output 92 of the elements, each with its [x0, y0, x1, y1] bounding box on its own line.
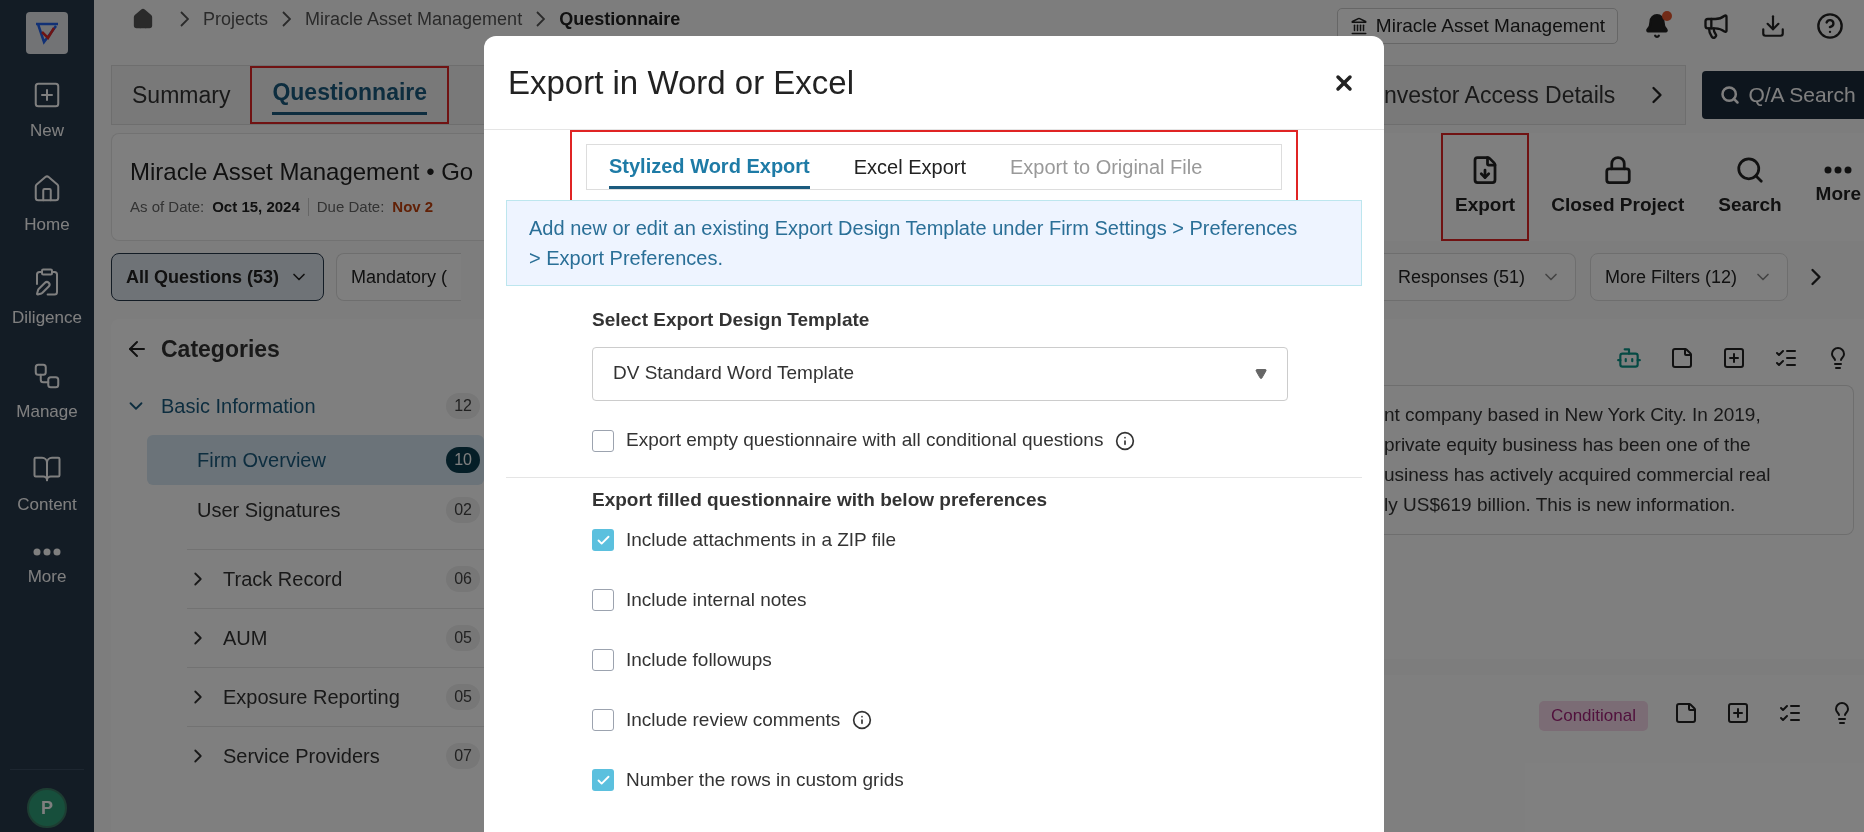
breadcrumb-link[interactable]: Miracle Asset Management — [305, 5, 523, 33]
answer-text: ly US$619 billion. This is new information. — [1384, 493, 1737, 517]
checkbox[interactable] — [592, 429, 614, 452]
filter-dropdown[interactable]: All Questions (53) — [111, 253, 325, 301]
info-notice: Add new or edit an existing Export Design Template under Firm Settings > Preferences > Export Preferences. — [506, 200, 1362, 286]
lock-icon — [1602, 154, 1633, 185]
conditional-tag: Conditional — [1538, 701, 1648, 731]
category-item[interactable]: Track Record 06 — [187, 550, 484, 608]
option-label: Include followups — [626, 647, 772, 672]
section-heading: Export filled questionnaire with below preferences — [592, 487, 1049, 512]
subcategory-item[interactable]: Firm Overview 10 — [147, 435, 484, 485]
plus-square-icon — [32, 80, 62, 110]
note-icon[interactable] — [1670, 346, 1694, 370]
info-icon[interactable] — [852, 710, 873, 730]
add-icon[interactable] — [1722, 346, 1746, 370]
dialog-title: Export in Word or Excel — [508, 62, 855, 103]
count-badge: 05 — [446, 684, 480, 710]
toolbar-button[interactable]: More — [1803, 133, 1864, 241]
sidebar-item[interactable]: Content — [17, 454, 77, 518]
count-badge: 07 — [446, 743, 480, 769]
count-badge: 12 — [446, 393, 480, 419]
count-badge: 10 — [446, 447, 480, 473]
toolbar-button[interactable]: Export — [1441, 133, 1530, 241]
sidebar-item[interactable]: Diligence — [12, 267, 82, 331]
page-tab[interactable]: Summary — [112, 66, 251, 124]
bot-icon[interactable] — [1616, 345, 1642, 371]
checkbox[interactable] — [592, 769, 614, 791]
chevron-right-icon — [180, 11, 189, 27]
filter-dropdown[interactable]: Responses (51) — [1384, 253, 1577, 301]
user-avatar[interactable]: P — [27, 788, 67, 828]
filter-dropdown[interactable]: More Filters (12) — [1590, 253, 1789, 301]
option-label: Include internal notes — [626, 587, 807, 612]
note-icon[interactable] — [1674, 701, 1698, 725]
template-select[interactable]: DV Standard Word Template — [592, 346, 1288, 401]
search-icon — [1720, 85, 1741, 105]
qa-search-button[interactable]: Q/A Search — [1702, 71, 1864, 119]
subcategory-item[interactable]: User Signatures 02 — [147, 485, 484, 535]
megaphone-icon[interactable] — [1702, 12, 1730, 40]
bank-icon — [1349, 17, 1368, 35]
sidebar-item[interactable]: Home — [24, 173, 70, 237]
sidebar-item[interactable]: More — [27, 547, 67, 589]
count-badge: 02 — [446, 497, 480, 523]
toolbar-button[interactable]: Closed Project — [1539, 133, 1697, 241]
bell-icon[interactable] — [1644, 13, 1670, 39]
more-icon — [1824, 165, 1853, 174]
export-tab[interactable]: Excel Export — [853, 145, 967, 189]
option-label: Export empty questionnaire with all conditional questions — [626, 428, 1104, 453]
book-icon — [32, 454, 62, 484]
checkbox[interactable] — [592, 589, 614, 611]
home-icon[interactable] — [132, 8, 154, 30]
sidebar-item[interactable]: New — [30, 80, 64, 144]
more-icon — [33, 547, 61, 556]
chevron-right-icon — [536, 11, 546, 27]
as-of-date: Oct 15, 2024 — [212, 197, 300, 217]
date-label: As of Date: — [130, 197, 205, 217]
breadcrumb-link[interactable]: Projects — [203, 5, 269, 33]
download-icon[interactable] — [1760, 13, 1786, 39]
category-item[interactable]: Exposure Reporting 05 — [187, 668, 484, 726]
info-icon[interactable] — [1115, 430, 1136, 451]
page-tab[interactable]: Questionnaire — [250, 66, 450, 124]
option-label: Include review comments — [626, 707, 841, 732]
option-label: Number the rows in custom grids — [626, 767, 904, 792]
option-label: Include attachments in a ZIP file — [626, 527, 897, 552]
home-icon — [32, 173, 62, 204]
due-date: Nov 2 — [392, 197, 434, 217]
count-badge: 05 — [446, 625, 480, 651]
answer-text: private equity business has been one of the — [1384, 433, 1752, 457]
firm-button[interactable]: Miracle Asset Management — [1336, 8, 1618, 44]
count-badge: 06 — [446, 566, 480, 592]
category-item[interactable]: Service Providers 07 — [187, 727, 484, 785]
category-item[interactable]: Basic Information 12 — [125, 377, 484, 435]
category-item[interactable]: AUM 05 — [187, 609, 484, 667]
help-icon[interactable] — [1816, 12, 1844, 40]
date-label: Due Date: — [316, 197, 385, 217]
sidebar-item[interactable]: Manage — [16, 360, 78, 424]
categories-heading: Categories — [161, 334, 280, 364]
caret-icon — [1255, 367, 1267, 380]
project-title: Miracle Asset Management • Go — [130, 157, 475, 187]
checkbox[interactable] — [592, 649, 614, 671]
add-icon[interactable] — [1726, 701, 1750, 725]
logo-icon[interactable] — [26, 12, 68, 54]
checkbox[interactable] — [592, 529, 614, 551]
toolbar-button[interactable]: Search — [1706, 133, 1794, 241]
answer-text: usiness has actively acquired commercial real — [1384, 463, 1772, 487]
field-label: Select Export Design Template — [592, 308, 871, 332]
breadcrumb-link[interactable]: Questionnaire — [559, 5, 681, 33]
search-icon — [1734, 154, 1765, 185]
checkbox[interactable] — [592, 709, 614, 731]
filter-dropdown[interactable]: Mandatory ( — [336, 253, 462, 301]
answer-text: nt company based in New York City. In 2019, — [1384, 403, 1762, 427]
chevron-right-icon — [282, 11, 292, 27]
export-tab[interactable]: Stylized Word Export — [609, 145, 810, 189]
